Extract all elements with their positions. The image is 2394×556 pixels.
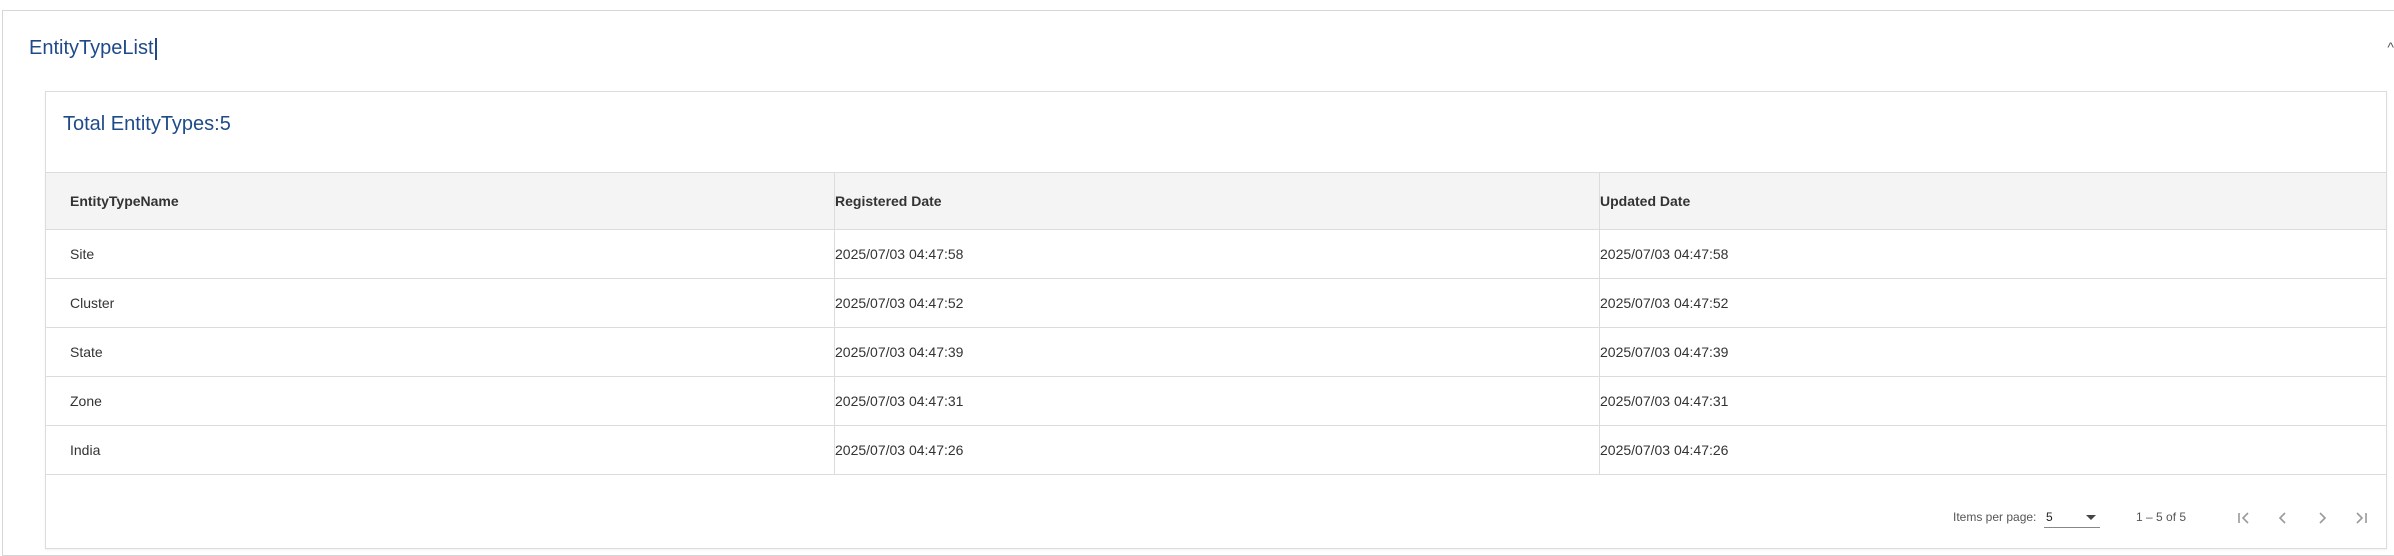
cell-updated-date: 2025/07/03 04:47:26 (1599, 425, 2386, 475)
table-row[interactable]: Site 2025/07/03 04:47:58 2025/07/03 04:4… (46, 229, 2386, 279)
table-row[interactable]: Cluster 2025/07/03 04:47:52 2025/07/03 0… (46, 278, 2386, 328)
cell-entity-type-name: Site (46, 229, 835, 279)
panel-header[interactable]: EntityTypeList (29, 37, 157, 60)
dropdown-arrow-icon (2086, 515, 2096, 520)
column-header-updated-date[interactable]: Updated Date (1599, 172, 2386, 230)
table-header-row: EntityTypeName Registered Date Updated D… (46, 172, 2386, 230)
first-page-icon (2238, 512, 2249, 524)
next-page-button[interactable] (2308, 504, 2336, 532)
entity-type-list-panel: EntityTypeList ^ Total EntityTypes:5 Ent… (2, 10, 2394, 556)
table-row[interactable]: India 2025/07/03 04:47:26 2025/07/03 04:… (46, 425, 2386, 475)
cell-updated-date: 2025/07/03 04:47:39 (1599, 327, 2386, 377)
next-page-icon (2319, 512, 2327, 524)
total-count-title: Total EntityTypes:5 (63, 113, 231, 135)
cell-entity-type-name: Zone (46, 376, 835, 426)
previous-page-icon (2278, 512, 2286, 524)
entity-types-table: EntityTypeName Registered Date Updated D… (46, 172, 2386, 475)
last-page-icon (2356, 512, 2367, 524)
cell-updated-date: 2025/07/03 04:47:58 (1599, 229, 2386, 279)
items-per-page-label: Items per page: (1953, 510, 2037, 524)
cell-registered-date: 2025/07/03 04:47:31 (834, 376, 1600, 426)
table-row[interactable]: State 2025/07/03 04:47:39 2025/07/03 04:… (46, 327, 2386, 377)
column-header-entity-type-name[interactable]: EntityTypeName (46, 172, 835, 230)
entity-types-card: Total EntityTypes:5 EntityTypeName Regis… (45, 91, 2387, 549)
first-page-button[interactable] (2230, 504, 2258, 532)
cell-updated-date: 2025/07/03 04:47:31 (1599, 376, 2386, 426)
panel-title: EntityTypeList (29, 37, 154, 59)
paginator: Items per page: 5 1 – 5 of 5 (46, 490, 2386, 548)
cell-registered-date: 2025/07/03 04:47:52 (834, 278, 1600, 328)
chevron-up-icon[interactable]: ^ (2387, 39, 2394, 55)
cell-entity-type-name: State (46, 327, 835, 377)
cell-entity-type-name: Cluster (46, 278, 835, 328)
cell-registered-date: 2025/07/03 04:47:26 (834, 425, 1600, 475)
cell-entity-type-name: India (46, 425, 835, 475)
text-cursor (154, 37, 157, 60)
previous-page-button[interactable] (2269, 504, 2297, 532)
cell-updated-date: 2025/07/03 04:47:52 (1599, 278, 2386, 328)
cell-registered-date: 2025/07/03 04:47:58 (834, 229, 1600, 279)
items-per-page-select[interactable]: 5 (2044, 508, 2100, 528)
table-row[interactable]: Zone 2025/07/03 04:47:31 2025/07/03 04:4… (46, 376, 2386, 426)
items-per-page-value: 5 (2046, 510, 2053, 524)
page-range-label: 1 – 5 of 5 (2136, 510, 2187, 524)
cell-registered-date: 2025/07/03 04:47:39 (834, 327, 1600, 377)
last-page-button[interactable] (2347, 504, 2375, 532)
column-header-registered-date[interactable]: Registered Date (834, 172, 1600, 230)
